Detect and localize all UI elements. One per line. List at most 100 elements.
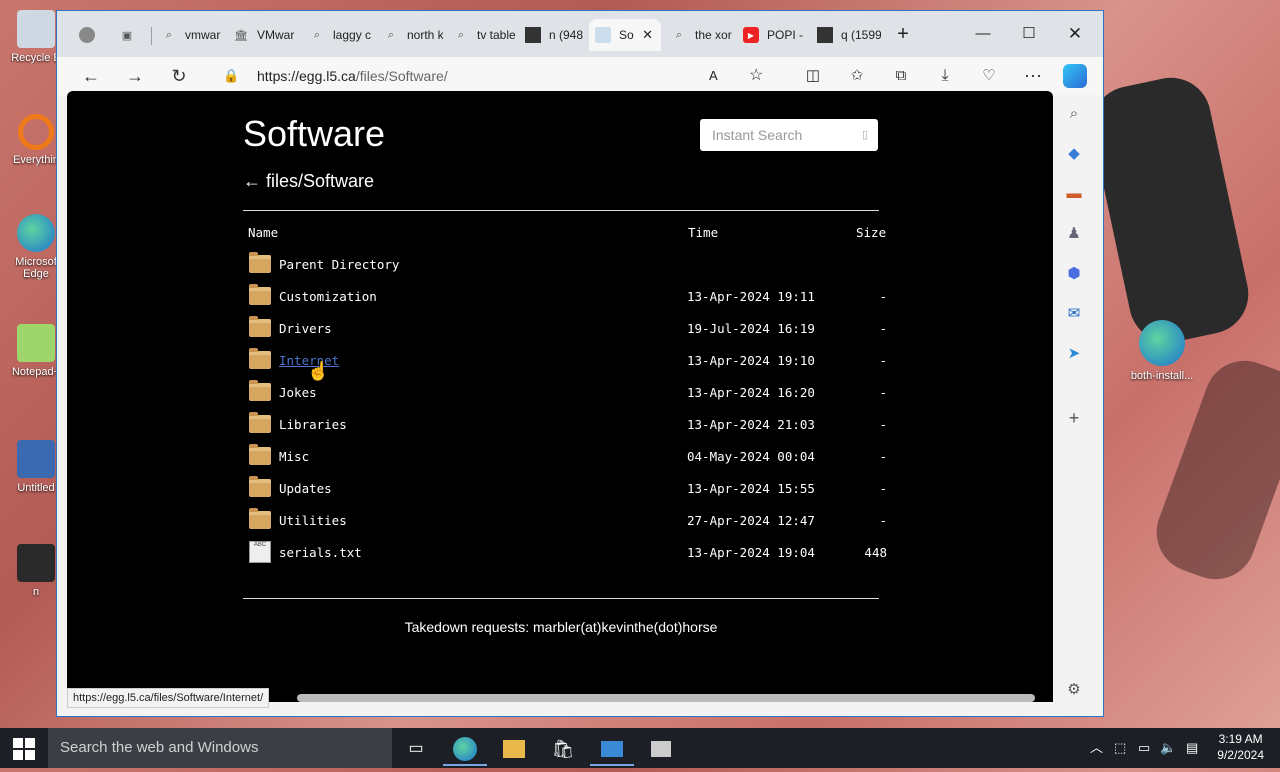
file-explorer-icon[interactable]	[492, 732, 536, 766]
file-name[interactable]: Parent Directory	[279, 257, 399, 272]
read-aloud-icon[interactable]: A	[709, 61, 718, 91]
file-name[interactable]: Jokes	[279, 385, 317, 400]
list-item[interactable]: ABC serials.txt 13-Apr-2024 19:04 448	[247, 541, 907, 569]
tab-8[interactable]: ▶ POPI -	[737, 19, 807, 51]
list-item[interactable]: Libraries 13-Apr-2024 21:03 -	[247, 412, 907, 441]
list-item-hovered[interactable]: Internet 13-Apr-2024 19:10 -	[247, 348, 907, 377]
new-tab-button[interactable]: +	[887, 23, 919, 45]
copilot-button[interactable]	[1063, 64, 1087, 88]
folder-icon	[249, 476, 271, 497]
everything-search-icon	[18, 114, 54, 150]
list-item[interactable]: Updates 13-Apr-2024 15:55 -	[247, 476, 907, 505]
tab-3[interactable]: ⌕ north k	[377, 19, 443, 51]
tab-close-icon[interactable]: ✕	[642, 27, 653, 43]
profile-button[interactable]	[73, 19, 99, 51]
column-header-size[interactable]: Size	[856, 225, 886, 240]
outlook-icon[interactable]: ✉	[1063, 303, 1085, 325]
drop-icon[interactable]: ➤	[1063, 343, 1085, 365]
edge-sidebar: ⌕ ◆ ▬ ♟ ⬢ ✉ ➤ + ⚙	[1053, 95, 1103, 716]
more-menu-button[interactable]: ⋯	[1019, 63, 1047, 89]
address-bar[interactable]: 🔒 https://egg.l5.ca/files/Software/ A ☆	[209, 61, 769, 91]
tools-icon[interactable]: ▬	[1063, 183, 1085, 205]
tab-1[interactable]: 🏛 VMwar	[227, 19, 299, 51]
browser-essentials-button[interactable]: ♡	[975, 63, 1003, 89]
tab-actions-button[interactable]: ▣	[113, 19, 139, 51]
maximize-button[interactable]: ☐	[1013, 23, 1045, 45]
tab-9[interactable]: q (1599	[811, 19, 881, 51]
file-name[interactable]: Customization	[279, 289, 377, 304]
desktop-icon-both-installer[interactable]: both-install...	[1128, 320, 1196, 382]
column-header-name[interactable]: Name	[248, 225, 278, 240]
show-hidden-icons-icon[interactable]: ︿	[1090, 728, 1103, 768]
instant-search-input[interactable]: Instant Search ▯	[700, 119, 878, 151]
list-item[interactable]: Jokes 13-Apr-2024 16:20 -	[247, 380, 907, 409]
takedown-notice: Takedown requests: marbler(at)kevinthe(d…	[404, 619, 718, 635]
collections-button[interactable]: ⧉	[887, 63, 915, 89]
back-button[interactable]: ←	[77, 63, 105, 89]
display-icon[interactable]: ▭	[1138, 728, 1150, 768]
remote-desktop-icon[interactable]	[590, 732, 634, 766]
clock[interactable]: 3:19 AM 9/2/2024	[1217, 731, 1264, 763]
file-name[interactable]: Drivers	[279, 321, 332, 336]
volume-muted-icon[interactable]: 🔈	[1160, 728, 1176, 768]
file-name[interactable]: Libraries	[279, 417, 347, 432]
lock-icon: 🔒	[223, 68, 240, 83]
edge-icon	[17, 214, 55, 252]
tab-6-active[interactable]: So ✕	[589, 19, 661, 51]
edge-taskbar-icon[interactable]	[443, 732, 487, 766]
settings-gear-icon[interactable]: ⚙	[1063, 679, 1085, 701]
breadcrumb[interactable]: ← files/Software	[243, 171, 374, 192]
notification-icon[interactable]: ▤	[1186, 728, 1198, 768]
favorite-star-icon[interactable]: ☆	[749, 61, 763, 91]
search-icon: ⌕	[675, 28, 683, 41]
file-name[interactable]: Updates	[279, 481, 332, 496]
file-name[interactable]: Utilities	[279, 513, 347, 528]
store-icon[interactable]: 🛍	[541, 732, 585, 766]
list-item[interactable]: Customization 13-Apr-2024 19:11 -	[247, 284, 907, 313]
windows-start-icon[interactable]	[12, 737, 36, 761]
minimize-button[interactable]: —	[967, 23, 999, 45]
refresh-button[interactable]: ↻	[165, 63, 193, 89]
column-header-time[interactable]: Time	[688, 225, 718, 240]
clock-date: 9/2/2024	[1217, 748, 1264, 762]
file-name[interactable]: Misc	[279, 449, 309, 464]
network-icon[interactable]: ⬚	[1114, 728, 1126, 768]
tab-5[interactable]: n (948	[519, 19, 587, 51]
forward-button[interactable]: →	[121, 63, 149, 89]
add-icon[interactable]: +	[1063, 407, 1085, 429]
list-item[interactable]: Misc 04-May-2024 00:04 -	[247, 444, 907, 473]
games-icon[interactable]: ♟	[1063, 223, 1085, 245]
list-item[interactable]: Drivers 19-Jul-2024 16:19 -	[247, 316, 907, 345]
tab-label: north k	[407, 28, 443, 42]
tab-0[interactable]: ⌕ vmwar	[155, 19, 225, 51]
recycle-bin-icon	[17, 10, 55, 48]
search-placeholder: Instant Search	[712, 127, 803, 143]
divider	[243, 210, 879, 211]
list-item-parent-directory[interactable]: Parent Directory	[247, 252, 907, 281]
edge-installer-icon	[1139, 320, 1185, 366]
list-item[interactable]: Utilities 27-Apr-2024 12:47 -	[247, 508, 907, 537]
file-name[interactable]: serials.txt	[279, 545, 362, 560]
shopping-tag-icon[interactable]: ◆	[1063, 143, 1085, 165]
tab-4[interactable]: ⌕ tv table	[447, 19, 517, 51]
microsoft365-icon[interactable]: ⬢	[1063, 263, 1085, 285]
taskbar-search-input[interactable]: Search the web and Windows	[48, 728, 392, 768]
file-size: -	[879, 385, 887, 400]
tab-2[interactable]: ⌕ laggy c	[303, 19, 373, 51]
tab-7[interactable]: ⌕ the xor	[665, 19, 735, 51]
file-time: 13-Apr-2024 15:55	[687, 481, 815, 496]
tab-label: So	[619, 28, 634, 42]
taskbar: Search the web and Windows ▭ 🛍 ︿ ⬚ ▭ 🔈 ▤…	[0, 728, 1280, 768]
task-view-icon[interactable]: ▭	[394, 732, 438, 766]
file-time: 27-Apr-2024 12:47	[687, 513, 815, 528]
search-icon[interactable]: ⌕	[1063, 103, 1085, 125]
close-button[interactable]: ✕	[1059, 23, 1091, 45]
downloads-button[interactable]: ⤓	[931, 63, 959, 89]
favorites-button[interactable]: ✩	[843, 63, 871, 89]
file-size: -	[879, 321, 887, 336]
horizontal-scrollbar[interactable]	[297, 694, 1035, 702]
screen-icon	[17, 440, 55, 478]
notepad-icon[interactable]	[639, 732, 683, 766]
computer-icon	[17, 544, 55, 582]
split-screen-button[interactable]: ◫	[799, 63, 827, 89]
